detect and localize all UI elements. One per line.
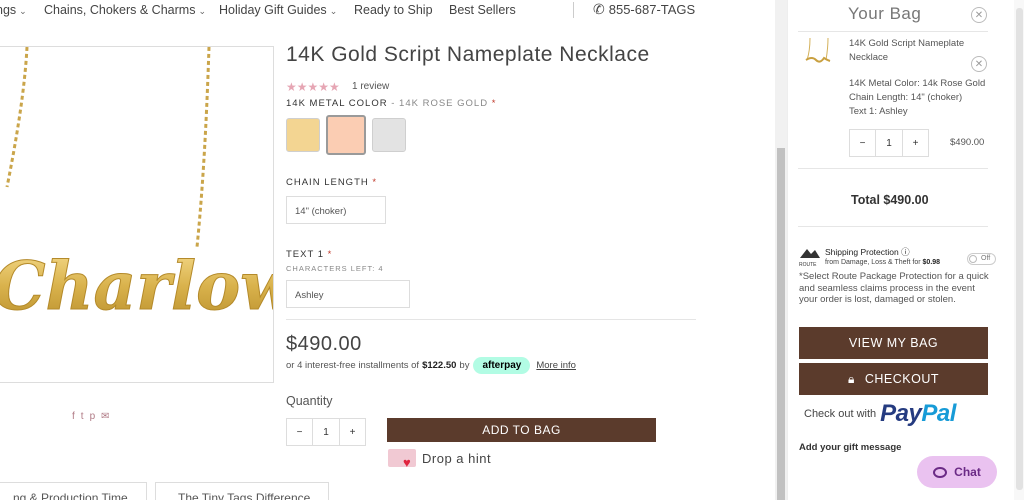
text1-input[interactable]: Ashley: [286, 280, 410, 308]
product-image[interactable]: Charlow: [0, 46, 274, 383]
paypal-logo: PayPal: [880, 400, 956, 427]
page-scrollbar[interactable]: [775, 0, 787, 500]
tab-production-time[interactable]: ng & Production Time: [0, 482, 147, 500]
bag-quantity-stepper: − 1 +: [849, 129, 929, 157]
divider: [286, 319, 696, 320]
envelope-heart-icon: ♥: [388, 449, 416, 470]
paypal-checkout-button[interactable]: Check out with PayPal: [804, 400, 956, 428]
phone-link[interactable]: ✆ 855-687-TAGS: [593, 1, 695, 18]
necklace-illustration: Charlow: [0, 47, 274, 326]
quantity-label: Quantity: [286, 394, 333, 408]
bag-quantity-decrease-button[interactable]: −: [850, 130, 875, 156]
more-info-link[interactable]: More info: [536, 360, 576, 371]
nav-divider: [573, 2, 574, 18]
quantity-stepper: − 1 +: [286, 418, 366, 446]
bag-item-options: 14K Metal Color: 14k Rose Gold Chain Len…: [849, 78, 986, 117]
route-logo-icon: [800, 249, 820, 258]
close-icon[interactable]: ✕: [971, 7, 987, 23]
chevron-down-icon: ⌄: [19, 6, 27, 16]
quantity-decrease-button[interactable]: −: [287, 419, 312, 445]
divider: [798, 31, 988, 32]
panel-scrollbar[interactable]: [1014, 0, 1024, 500]
route-subtitle: from Damage, Loss & Theft for $0.98: [825, 259, 941, 266]
nav-item-gift-guides[interactable]: Holiday Gift Guides ⌄: [219, 3, 337, 17]
bag-total: Total $490.00: [851, 193, 929, 207]
chat-button[interactable]: Chat: [917, 456, 997, 488]
route-toggle[interactable]: Off: [967, 253, 996, 265]
divider: [798, 226, 988, 227]
route-title: Shipping Protection ⓘ: [825, 247, 910, 257]
nav-item-ready-to-ship[interactable]: Ready to Ship: [354, 3, 433, 17]
main-nav: ngs⌄ Chains, Chokers & Charms⌄ Holiday G…: [0, 0, 775, 22]
chat-icon: [933, 466, 948, 478]
pinterest-icon[interactable]: p: [90, 411, 102, 422]
chevron-down-icon: ⌄: [329, 6, 338, 16]
add-to-bag-button[interactable]: ADD TO BAG: [387, 418, 656, 442]
view-bag-button[interactable]: VIEW MY BAG: [799, 327, 988, 359]
characters-left: CHARACTERS LEFT: 4: [286, 264, 384, 273]
chain-length-label: CHAIN LENGTH *: [286, 177, 378, 188]
nav-item-best-sellers[interactable]: Best Sellers: [449, 3, 516, 17]
info-icon[interactable]: ⓘ: [901, 247, 910, 257]
metal-color-label: 14K METAL COLOR - 14K ROSE GOLD *: [286, 98, 497, 109]
swatch-white-gold[interactable]: [372, 118, 406, 152]
product-page: ngs⌄ Chains, Chokers & Charms⌄ Holiday G…: [0, 0, 1024, 500]
scrollbar-thumb[interactable]: [777, 148, 785, 500]
item-thumbnail: [805, 37, 831, 63]
nav-item-chains[interactable]: Chains, Chokers & Charms ⌄: [44, 3, 206, 17]
product-title: 14K Gold Script Nameplate Necklace: [286, 43, 650, 66]
remove-item-icon[interactable]: ✕: [971, 56, 987, 72]
review-count-link[interactable]: 1 review: [352, 81, 389, 92]
bag-title: Your Bag: [848, 4, 922, 23]
svg-text:Charlow: Charlow: [0, 247, 274, 325]
bag-quantity-increase-button[interactable]: +: [903, 130, 928, 156]
quantity-increase-button[interactable]: +: [340, 419, 365, 445]
share-icons: ftp✉: [72, 411, 116, 422]
product-price: $490.00: [286, 333, 362, 355]
nav-item-rings[interactable]: ngs⌄: [0, 3, 27, 17]
bag-panel: Your Bag ✕ 14K Gold Script Nameplate Nec…: [787, 0, 1024, 500]
checkout-button[interactable]: 🔒︎ CHECKOUT: [799, 363, 988, 395]
bag-item-price: $490.00: [950, 137, 985, 148]
email-icon[interactable]: ✉: [101, 411, 115, 422]
twitter-icon[interactable]: t: [81, 411, 90, 422]
installments-info: or 4 interest-free installments of $122.…: [286, 357, 576, 374]
quantity-input[interactable]: 1: [312, 419, 340, 445]
panel-scrollbar-thumb[interactable]: [1016, 8, 1023, 490]
facebook-icon[interactable]: f: [72, 411, 81, 422]
afterpay-logo: afterpay: [473, 357, 531, 374]
divider: [798, 168, 988, 169]
text1-label: TEXT 1 *: [286, 249, 333, 260]
swatch-rose-gold[interactable]: [326, 115, 366, 155]
swatch-yellow-gold[interactable]: [286, 118, 320, 152]
lock-icon: 🔒︎: [847, 371, 855, 386]
chain-length-select[interactable]: 14" (choker): [286, 196, 386, 224]
metal-selected-value: - 14K ROSE GOLD: [387, 98, 489, 109]
drop-hint-link[interactable]: ♥ Drop a hint: [388, 449, 491, 470]
rating-stars[interactable]: ★★★★★: [286, 80, 340, 94]
bag-quantity-input[interactable]: 1: [875, 130, 903, 156]
chevron-down-icon: ⌄: [198, 6, 206, 16]
route-note: *Select Route Package Protection for a q…: [799, 271, 989, 305]
phone-icon: ✆: [593, 1, 605, 17]
bag-item-name[interactable]: 14K Gold Script Nameplate Necklace: [849, 37, 969, 65]
gift-message-label[interactable]: Add your gift message: [799, 442, 901, 453]
tab-tiny-tags-difference[interactable]: The Tiny Tags Difference: [155, 482, 330, 500]
